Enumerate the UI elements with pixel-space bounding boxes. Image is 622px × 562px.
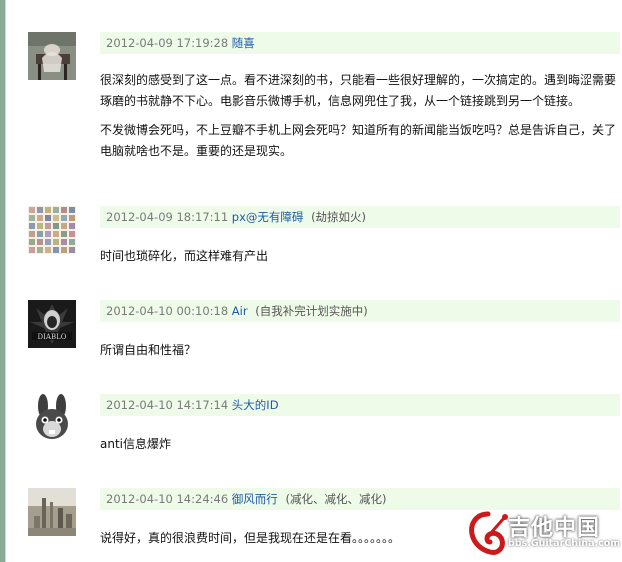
comment-body: 很深刻的感受到了这一点。看不进深刻的书，只能看一些很好理解的，一次搞定的。遇到晦… [100, 70, 620, 162]
comment-username-link[interactable]: 随喜 [232, 36, 255, 50]
comment-paragraph: 所谓自由和性福？ [100, 343, 197, 357]
comment-meta: 2012-04-10 14:24:46 御风而行 (减化、减化、减化) [100, 488, 620, 510]
comment-timestamp: 2012-04-10 14:24:46 [106, 492, 229, 506]
comment-timestamp: 2012-04-09 17:19:28 [106, 36, 229, 50]
comment-timestamp: 2012-04-10 14:17:14 [106, 398, 229, 412]
avatar[interactable]: DIABLO [28, 300, 76, 348]
comment-body: 时间也琐碎化，而这样难有产出 [100, 246, 620, 267]
svg-text:DIABLO: DIABLO [38, 333, 67, 341]
comment-user-signature: (劫掠如火) [311, 210, 367, 224]
comment-username-link[interactable]: px@无有障碍 [232, 210, 304, 224]
comment-timestamp: 2012-04-09 18:17:11 [106, 210, 229, 224]
comment-paragraph: 很深刻的感受到了这一点。看不进深刻的书，只能看一些很好理解的，一次搞定的。遇到晦… [100, 73, 617, 108]
comment-username-link[interactable]: 御风而行 [232, 492, 278, 506]
avatar[interactable] [28, 32, 76, 80]
comment-paragraph: 不发微博会死吗，不上豆瓣不手机上网会死吗？知道所有的新闻能当饭吃吗？总是告诉自己… [100, 123, 617, 158]
comment-user-signature: (自我补完计划实施中) [255, 304, 368, 318]
comment-user-signature: (减化、减化、减化) [285, 492, 387, 506]
avatar[interactable] [28, 394, 76, 442]
comment-meta: 2012-04-10 14:17:14 头大的ID [100, 394, 620, 416]
comment-paragraph: anti信息爆炸 [100, 437, 171, 451]
comment-paragraph: 时间也琐碎化，而这样难有产出 [100, 249, 269, 263]
comment-meta: 2012-04-10 00:10:18 Air (自我补完计划实施中) [100, 300, 620, 322]
guitar-logo-icon [469, 511, 508, 555]
comment-username-link[interactable]: Air [232, 304, 248, 318]
avatar[interactable] [28, 206, 76, 254]
comment-timestamp: 2012-04-10 00:10:18 [106, 304, 229, 318]
comment-body: anti信息爆炸 [100, 434, 620, 455]
site-watermark: 吉他中国 bbs.GuitarChina.com [468, 508, 621, 558]
comment-meta: 2012-04-09 17:19:28 随喜 [100, 32, 620, 54]
comment-username-link[interactable]: 头大的ID [232, 398, 279, 412]
watermark-url: bbs.GuitarChina.com [508, 538, 621, 549]
window-left-border-inner [5, 0, 6, 562]
comment-meta: 2012-04-09 18:17:11 px@无有障碍 (劫掠如火) [100, 206, 620, 228]
comment-body: 所谓自由和性福？ [100, 340, 620, 361]
avatar[interactable] [28, 488, 76, 536]
